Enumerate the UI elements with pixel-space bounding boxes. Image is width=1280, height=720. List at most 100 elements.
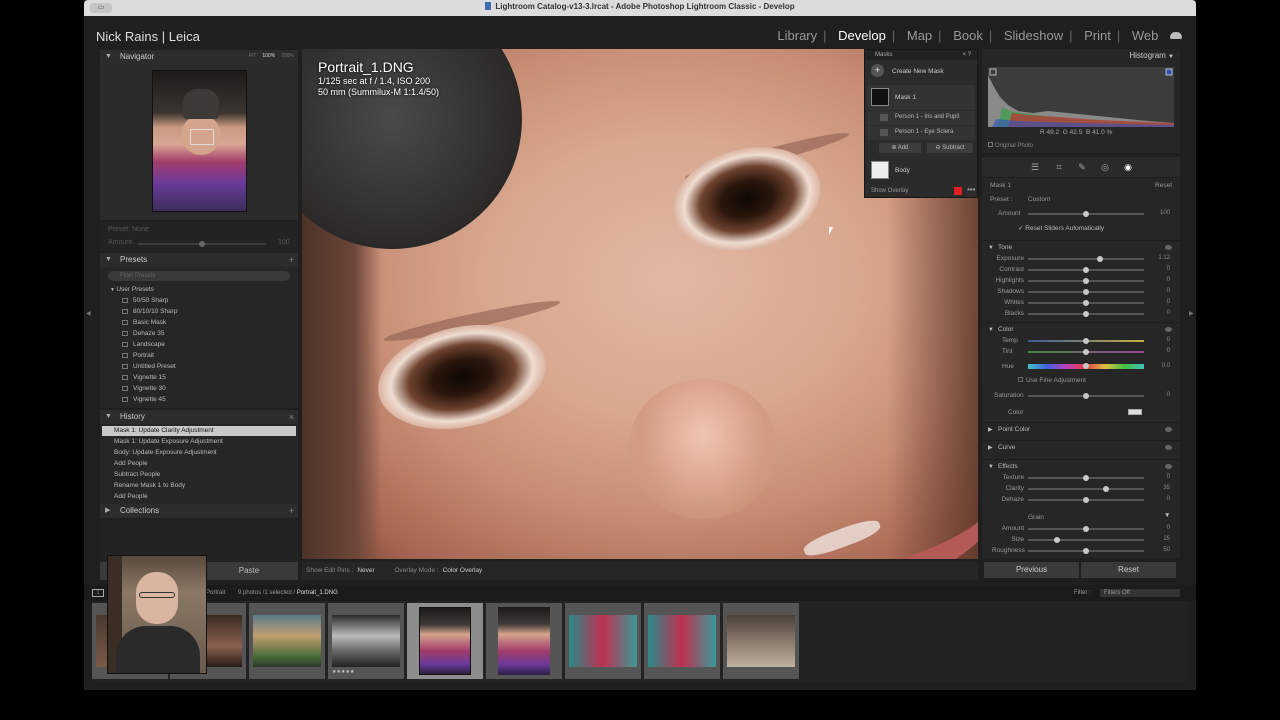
grain-collapse-icon[interactable]: ▼	[1164, 512, 1170, 519]
zoom-200[interactable]: 200%	[281, 53, 294, 59]
preset-item[interactable]: 80/10/10 Sharp	[122, 308, 177, 315]
edit-sliders-icon[interactable]: ☰	[1030, 162, 1040, 172]
histogram-header[interactable]: Histogram ▼	[1129, 51, 1174, 60]
star-rating-icon[interactable]: ★★★★★	[332, 669, 354, 675]
healing-icon[interactable]: ✎	[1077, 162, 1087, 172]
slider-knob[interactable]	[1083, 289, 1089, 295]
hue-slider[interactable]	[1028, 363, 1144, 369]
clear-history-icon[interactable]: ×	[289, 410, 294, 424]
preset-item[interactable]: Landscape	[122, 341, 165, 348]
original-photo-checkbox[interactable]: Original Photo	[988, 142, 1033, 149]
zoom-fit[interactable]: FIT	[249, 53, 257, 59]
mask-component-row[interactable]: Person 1 - Eye Sclera	[867, 126, 975, 140]
zoom-100[interactable]: 100%	[262, 53, 275, 59]
fine-adjustment-checkbox[interactable]: Use Fine Adjustment	[1018, 377, 1086, 384]
grain-slider[interactable]	[1028, 548, 1144, 554]
preset-item[interactable]: Vignette 30	[122, 385, 166, 392]
grain-slider[interactable]	[1028, 537, 1144, 543]
overlay-mode-select[interactable]: Color Overlay	[443, 567, 483, 574]
histogram-graph[interactable]	[988, 67, 1174, 127]
tone-slider[interactable]	[1028, 289, 1144, 295]
preset-search-input[interactable]: Filter Presets	[108, 271, 290, 281]
filmstrip-cell[interactable]	[486, 603, 562, 679]
tone-slider[interactable]	[1028, 256, 1144, 262]
effects-slider[interactable]	[1028, 486, 1144, 492]
mask1-row[interactable]: Mask 1	[867, 85, 975, 110]
filmstrip-cell[interactable]: ★★★★★	[328, 603, 404, 679]
module-book[interactable]: Book	[953, 28, 983, 43]
edit-pins-select[interactable]: Never	[357, 567, 374, 574]
masking-icon[interactable]: ◉	[1123, 162, 1133, 172]
close-icon[interactable]: × ?	[962, 50, 971, 60]
visibility-icon[interactable]	[1165, 445, 1172, 450]
preset-item[interactable]: Dehaze 35	[122, 330, 164, 337]
slider-knob[interactable]	[1083, 475, 1089, 481]
slider-knob[interactable]	[1054, 537, 1060, 543]
visibility-icon[interactable]	[1165, 245, 1172, 250]
preset-item[interactable]: Portrait	[122, 352, 154, 359]
slider-knob[interactable]	[1083, 526, 1089, 532]
screen-1-icon[interactable]: 1	[92, 589, 104, 597]
preset-item[interactable]: Untitled Preset	[122, 363, 176, 370]
tone-section-header[interactable]: ▼ Tone	[982, 240, 1180, 254]
reset-sliders-checkbox[interactable]: ✓ Reset Sliders Automatically	[1018, 224, 1104, 232]
slider-knob[interactable]	[1083, 338, 1089, 344]
reset-button[interactable]: Reset	[1081, 562, 1176, 578]
red-eye-icon[interactable]: ◎	[1100, 162, 1110, 172]
effects-slider[interactable]	[1028, 497, 1144, 503]
module-map[interactable]: Map	[907, 28, 932, 43]
tint-slider[interactable]	[1028, 349, 1144, 355]
add-collection-icon[interactable]: +	[289, 504, 294, 518]
right-panel-toggle-icon[interactable]: ▶	[1189, 310, 1194, 317]
navigator-zoom-rect[interactable]	[190, 129, 214, 145]
module-library[interactable]: Library	[777, 28, 817, 43]
filmstrip-cell[interactable]	[723, 603, 799, 679]
mask-component-row[interactable]: Person 1 - Iris and Pupil	[867, 111, 975, 125]
preset-item[interactable]: 50/50 Sharp	[122, 297, 168, 304]
color-section-header[interactable]: ▼ Color	[982, 322, 1180, 336]
grain-slider[interactable]	[1028, 526, 1144, 532]
mask-amount-slider[interactable]	[1028, 211, 1144, 217]
history-item[interactable]: Subtract People	[102, 470, 296, 480]
body-mask-row[interactable]: Body	[867, 158, 975, 182]
highlight-clip-icon[interactable]	[1165, 68, 1173, 76]
slider-knob[interactable]	[1083, 497, 1089, 503]
mask-subtract-button[interactable]: ⊖ Subtract	[927, 143, 973, 153]
module-slideshow[interactable]: Slideshow	[1004, 28, 1063, 43]
overlay-color-swatch[interactable]	[954, 187, 962, 195]
visibility-icon[interactable]	[1165, 327, 1172, 332]
filter-select[interactable]: Filters Off	[1100, 589, 1180, 597]
saturation-slider[interactable]	[1028, 393, 1144, 399]
effects-section-header[interactable]: ▼ Effects	[982, 459, 1180, 473]
collections-header[interactable]: ▶ Collections +	[100, 504, 298, 518]
filmstrip-cell[interactable]	[249, 603, 325, 679]
temp-slider[interactable]	[1028, 338, 1144, 344]
history-item[interactable]: Rename Mask 1 to Body	[102, 481, 296, 491]
module-print[interactable]: Print	[1084, 28, 1111, 43]
module-develop[interactable]: Develop	[838, 28, 886, 43]
slider-knob[interactable]	[1083, 311, 1089, 317]
more-options-icon[interactable]: •••	[967, 185, 975, 194]
previous-button[interactable]: Previous	[984, 562, 1079, 578]
slider-knob[interactable]	[1102, 486, 1109, 492]
history-item[interactable]: Body: Update Exposure Adjustment	[102, 448, 296, 458]
module-web[interactable]: Web	[1132, 28, 1159, 43]
left-panel-toggle-icon[interactable]: ◀	[86, 310, 91, 317]
tone-slider[interactable]	[1028, 267, 1144, 273]
effects-slider[interactable]	[1028, 475, 1144, 481]
filmstrip-source[interactable]: Portrait	[206, 585, 225, 601]
slider-knob[interactable]	[1096, 256, 1103, 262]
slider-knob[interactable]	[199, 241, 205, 247]
mask-preset-select[interactable]: Custom	[1028, 196, 1050, 203]
visibility-icon[interactable]	[1165, 427, 1172, 432]
slider-knob[interactable]	[1083, 211, 1089, 217]
create-mask-button[interactable]: + Create New Mask	[871, 64, 944, 77]
history-item[interactable]: Add People	[102, 459, 296, 469]
navigator-preview[interactable]	[152, 70, 247, 212]
history-item[interactable]: Mask 1: Update Clarity Adjustment	[102, 426, 296, 436]
filmstrip-cell-selected[interactable]	[407, 603, 483, 679]
preset-item[interactable]: Vignette 15	[122, 374, 166, 381]
color-swatch[interactable]	[1128, 409, 1142, 415]
show-overlay-toggle[interactable]: Show Overlay	[871, 188, 908, 194]
preset-amount-slider[interactable]	[138, 241, 266, 247]
